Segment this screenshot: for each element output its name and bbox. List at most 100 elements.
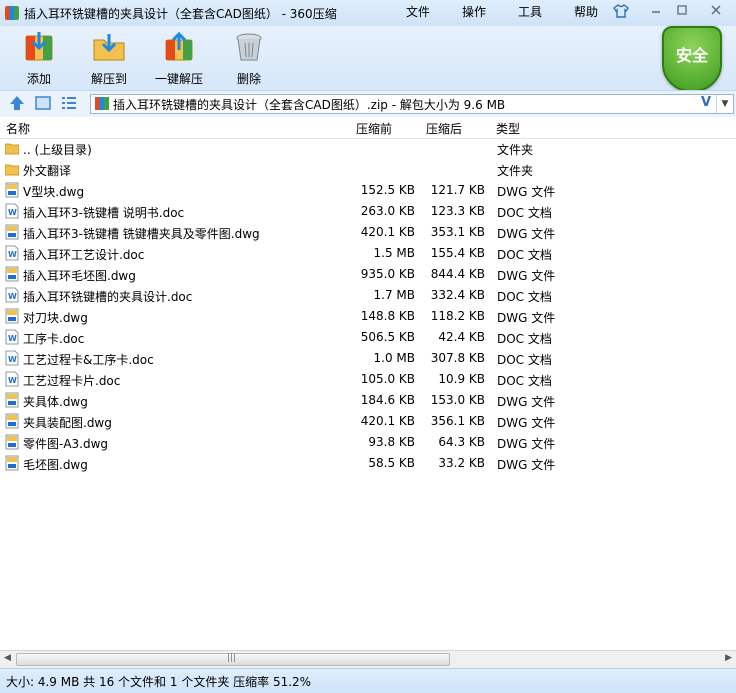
up-arrow-icon[interactable] <box>8 95 26 111</box>
dwg-file-icon <box>5 434 19 450</box>
column-header-name[interactable]: 名称 <box>6 120 30 137</box>
table-row[interactable]: 插入耳环3-铣键槽 铣键槽夹具及零件图.dwg 420.1 KB 353.1 KB D… <box>0 222 736 243</box>
table-row[interactable]: W 插入耳环工艺设计.doc 1.5 MB 155.4 KB DOC 文档 <box>0 243 736 264</box>
maximize-icon[interactable] <box>672 4 692 20</box>
horizontal-scrollbar[interactable]: ◀ ||| ▶ <box>0 650 736 668</box>
minimize-icon[interactable] <box>646 4 666 20</box>
one-click-extract-icon <box>162 30 196 64</box>
file-type: DWG 文件 <box>497 437 556 451</box>
menu-operation[interactable]: 操作 <box>442 4 498 20</box>
skin-shirt-icon[interactable] <box>612 4 630 20</box>
table-row[interactable]: 毛坯图.dwg 58.5 KB 33.2 KB DWG 文件 <box>0 453 736 474</box>
svg-text:W: W <box>8 355 17 364</box>
file-type: DOC 文档 <box>497 290 552 304</box>
grip-icon: ||| <box>227 653 237 663</box>
file-name: 插入耳环3-铣键槽 铣键槽夹具及零件图.dwg <box>23 227 260 241</box>
file-type: DOC 文档 <box>497 332 552 346</box>
file-name: 毛坯图.dwg <box>23 458 88 472</box>
file-name: 工艺过程卡片.doc <box>23 374 121 388</box>
safe-shield-badge[interactable]: 安全 <box>662 26 722 92</box>
table-row[interactable]: W 工艺过程卡&工序卡.doc 1.0 MB 307.8 KB DOC 文档 <box>0 348 736 369</box>
status-bar: 大小: 4.9 MB 共 16 个文件和 1 个文件夹 压缩率 51.2% <box>0 668 736 693</box>
file-size: 420.1 KB <box>360 225 415 239</box>
file-size: 1.7 MB <box>373 288 415 302</box>
column-header-type[interactable]: 类型 <box>496 120 520 137</box>
file-size: 93.8 KB <box>368 435 415 449</box>
file-type: 文件夹 <box>497 164 534 178</box>
dwg-file-icon <box>5 455 19 471</box>
menu-help[interactable]: 帮助 <box>554 4 610 20</box>
svg-text:W: W <box>8 250 17 259</box>
file-packed-size: 123.3 KB <box>430 204 485 218</box>
dwg-file-icon <box>5 266 19 282</box>
table-row[interactable]: W 插入耳环3-铣键槽 说明书.doc 263.0 KB 123.3 KB DOC 文档 <box>0 201 736 222</box>
table-row[interactable]: W 插入耳环铣键槽的夹具设计.doc 1.7 MB 332.4 KB DOC 文档 <box>0 285 736 306</box>
list-header: 名称 压缩前 压缩后 类型 <box>0 117 736 139</box>
list-view-icon[interactable] <box>60 95 78 111</box>
dwg-file-icon <box>5 392 19 408</box>
file-name: 插入耳环工艺设计.doc <box>23 248 145 262</box>
doc-file-icon: W <box>5 329 19 345</box>
chevron-down-icon[interactable]: ▼ <box>716 95 733 113</box>
table-row[interactable]: 插入耳环毛坯图.dwg 935.0 KB 844.4 KB DWG 文件 <box>0 264 736 285</box>
v-mark-icon[interactable]: V <box>701 95 711 110</box>
folder-icon <box>4 140 20 156</box>
doc-file-icon: W <box>5 371 19 387</box>
window-title: 插入耳环铣键槽的夹具设计（全套含CAD图纸） - 360压缩 <box>24 7 337 21</box>
table-row[interactable]: 夹具装配图.dwg 420.1 KB 356.1 KB DWG 文件 <box>0 411 736 432</box>
address-bar: 插入耳环铣键槽的夹具设计（全套含CAD图纸）.zip - 解包大小为 9.6 M… <box>0 90 736 118</box>
delete-button[interactable]: 删除 <box>214 30 284 87</box>
status-text: 大小: 4.9 MB 共 16 个文件和 1 个文件夹 压缩率 51.2% <box>6 675 312 689</box>
add-archive-icon <box>22 30 56 64</box>
path-text: 插入耳环铣键槽的夹具设计（全套含CAD图纸）.zip - 解包大小为 9.6 M… <box>113 98 506 112</box>
path-field[interactable]: 插入耳环铣键槽的夹具设计（全套含CAD图纸）.zip - 解包大小为 9.6 M… <box>90 94 734 114</box>
one-click-extract-button[interactable]: 一键解压 <box>144 30 214 87</box>
title-bar: 插入耳环铣键槽的夹具设计（全套含CAD图纸） - 360压缩 文件 操作 工具 … <box>0 0 736 26</box>
table-row[interactable]: V型块.dwg 152.5 KB 121.7 KB DWG 文件 <box>0 180 736 201</box>
add-button[interactable]: 添加 <box>4 30 74 87</box>
file-size: 1.0 MB <box>373 351 415 365</box>
file-packed-size: 118.2 KB <box>430 309 485 323</box>
dwg-file-icon <box>5 413 19 429</box>
table-row[interactable]: .. (上级目录) 文件夹 <box>0 138 736 159</box>
file-packed-size: 356.1 KB <box>430 414 485 428</box>
extract-to-button[interactable]: 解压到 <box>74 30 144 87</box>
svg-text:W: W <box>8 292 17 301</box>
file-name: 插入耳环3-铣键槽 说明书.doc <box>23 206 185 220</box>
menu-tools[interactable]: 工具 <box>498 4 554 20</box>
table-row[interactable]: W 工艺过程卡片.doc 105.0 KB 10.9 KB DOC 文档 <box>0 369 736 390</box>
table-row[interactable]: 外文翻译 文件夹 <box>0 159 736 180</box>
column-header-packed[interactable]: 压缩后 <box>426 120 462 137</box>
menu-file[interactable]: 文件 <box>394 4 442 20</box>
file-name: 插入耳环铣键槽的夹具设计.doc <box>23 290 193 304</box>
menu-bar: 文件 操作 工具 帮助 <box>394 4 610 20</box>
table-row[interactable]: 零件图-A3.dwg 93.8 KB 64.3 KB DWG 文件 <box>0 432 736 453</box>
file-type: DOC 文档 <box>497 248 552 262</box>
table-row[interactable]: 夹具体.dwg 184.6 KB 153.0 KB DWG 文件 <box>0 390 736 411</box>
scroll-right-icon[interactable]: ▶ <box>725 653 732 663</box>
table-row[interactable]: W 工序卡.doc 506.5 KB 42.4 KB DOC 文档 <box>0 327 736 348</box>
file-packed-size: 10.9 KB <box>438 372 485 386</box>
close-icon[interactable] <box>706 4 726 20</box>
file-type: DWG 文件 <box>497 458 556 472</box>
file-type: DWG 文件 <box>497 269 556 283</box>
column-header-size[interactable]: 压缩前 <box>356 120 392 137</box>
svg-text:W: W <box>8 208 17 217</box>
file-size: 506.5 KB <box>360 330 415 344</box>
table-row[interactable]: 对刀块.dwg 148.8 KB 118.2 KB DWG 文件 <box>0 306 736 327</box>
file-packed-size: 121.7 KB <box>430 183 485 197</box>
large-icon-view-icon[interactable] <box>34 95 52 111</box>
file-name: V型块.dwg <box>23 185 85 199</box>
delete-label: 删除 <box>236 72 261 86</box>
doc-file-icon: W <box>5 203 19 219</box>
file-packed-size: 353.1 KB <box>430 225 485 239</box>
file-size: 148.8 KB <box>360 309 415 323</box>
file-type: DWG 文件 <box>497 227 556 241</box>
scroll-left-icon[interactable]: ◀ <box>4 653 11 663</box>
file-name: .. (上级目录) <box>23 143 92 157</box>
svg-text:W: W <box>8 376 17 385</box>
file-name: 外文翻译 <box>23 164 72 178</box>
svg-text:W: W <box>8 334 17 343</box>
scrollbar-thumb[interactable]: ||| <box>16 653 450 666</box>
file-type: DOC 文档 <box>497 206 552 220</box>
